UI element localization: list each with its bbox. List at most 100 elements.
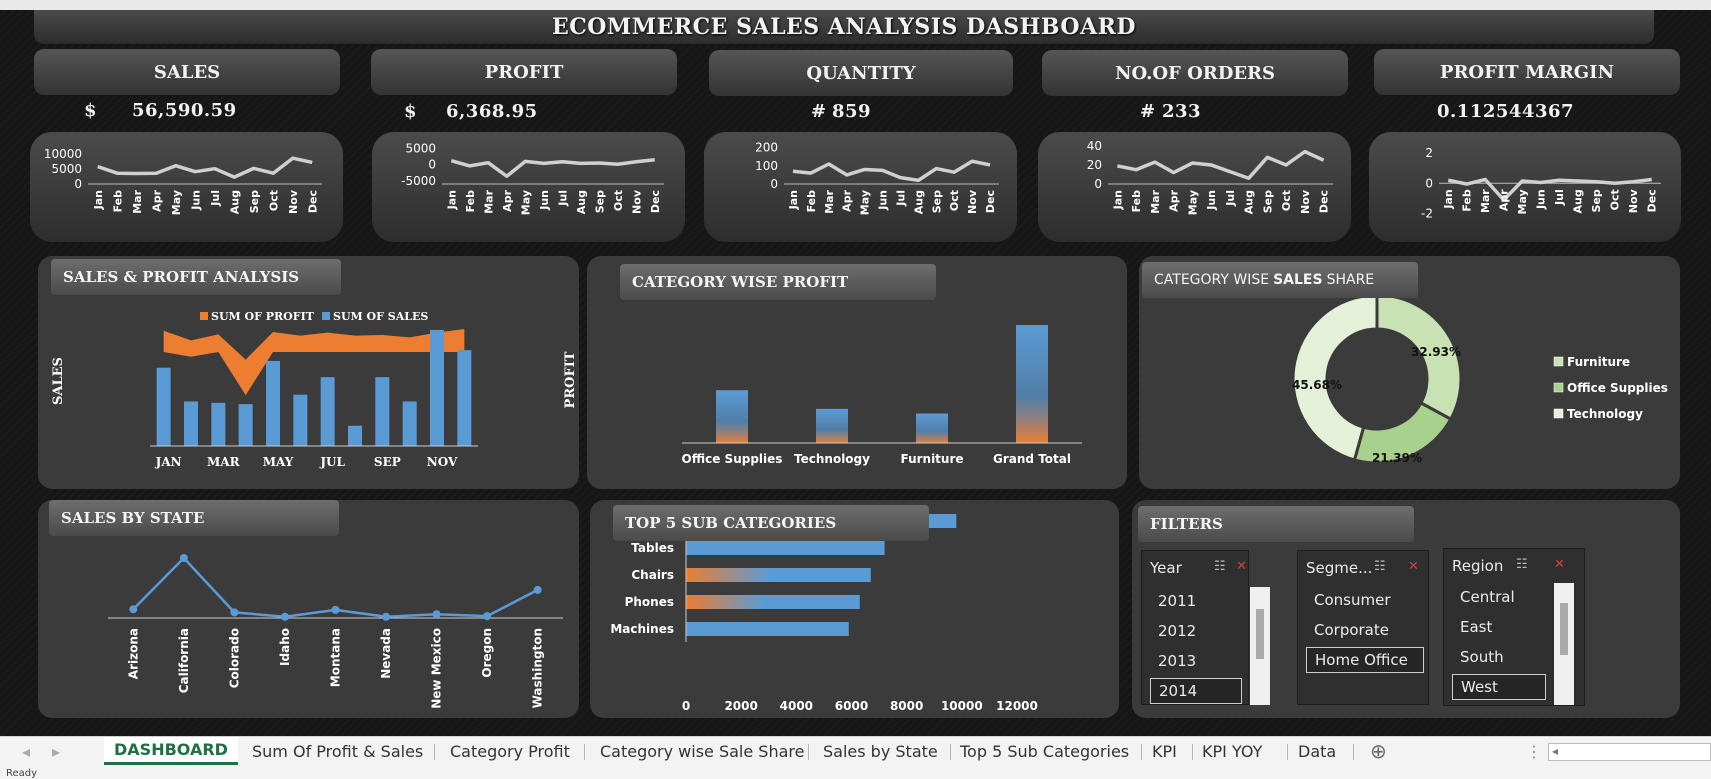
year-scroll-thumb[interactable] <box>1256 609 1264 659</box>
tab-kpi-yoy[interactable]: KPI YOY <box>1192 737 1272 765</box>
spark-month-label: Mar <box>823 189 836 213</box>
state-point <box>382 612 391 621</box>
tab-dashboard[interactable]: DASHBOARD <box>104 737 238 765</box>
spark-ytick: 40 <box>1087 139 1102 153</box>
year-item-2011[interactable]: 2011 <box>1150 588 1242 614</box>
clear-filter-icon[interactable]: ✕ <box>1554 557 1565 572</box>
spark-month-label: Mar <box>482 189 495 213</box>
spark-sales-chart: 0500010000 Jan Feb Mar Apr May Jun Jul Aug Sep Oct… <box>44 147 322 215</box>
scroll-left-icon[interactable]: ◂ <box>1552 744 1558 758</box>
x-tick-label: JAN <box>155 455 182 469</box>
x-tick-label: JUL <box>319 455 345 469</box>
kpi-quantity-value: 859 <box>832 101 872 122</box>
tab-prev-icon[interactable]: ◂ <box>22 742 30 761</box>
tab-top5-sub-categories[interactable]: Top 5 Sub Categories <box>950 737 1139 765</box>
legend-label: Furniture <box>1567 355 1630 369</box>
spark-orders-chart: 0 20 40 Jan Feb Mar Apr May Jun Jul Aug Sep Oct Nov De… <box>1087 139 1333 215</box>
spark-ytick: 20 <box>1087 158 1102 172</box>
tab-data[interactable]: Data <box>1288 737 1346 765</box>
legend-label-sales: SUM OF SALES <box>333 310 428 323</box>
clear-filter-icon[interactable]: ✕ <box>1236 559 1247 574</box>
tab-separator <box>1353 744 1354 760</box>
multi-select-icon[interactable]: ☷ <box>1516 557 1528 572</box>
spark-ytick: 0 <box>770 177 778 191</box>
spark-ytick: 5000 <box>405 141 436 155</box>
category-profit-ylabel: PROFIT <box>563 351 578 408</box>
year-item-2012[interactable]: 2012 <box>1150 618 1242 644</box>
spark-ytick: 0 <box>1425 176 1433 190</box>
kpi-orders-header: NO.OF ORDERS <box>1042 50 1348 96</box>
segment-slicer-title: Segme... <box>1306 559 1373 577</box>
spark-month-label: Jun <box>1205 190 1218 211</box>
spark-month-label: Apr <box>501 189 514 211</box>
tab-category-sale-share[interactable]: Category wise Sale Share <box>590 737 814 765</box>
category-profit-bar <box>916 413 948 443</box>
horizontal-scrollbar[interactable]: ◂ <box>1548 743 1711 761</box>
filters-title: FILTERS <box>1138 506 1414 542</box>
tab-category-profit[interactable]: Category Profit <box>440 737 580 765</box>
spark-month-label: Apr <box>1498 189 1511 211</box>
tab-kpi[interactable]: KPI <box>1142 737 1187 765</box>
spark-ytick: 0 <box>428 158 436 172</box>
state-label: Arizona <box>126 628 140 679</box>
spark-month-label: Nov <box>966 189 979 214</box>
sales-bar <box>430 329 444 446</box>
spark-month-label: Dec <box>649 190 662 213</box>
legend-label: Office Supplies <box>1567 381 1668 395</box>
sales-bar <box>266 360 280 446</box>
spark-month-label: Feb <box>805 190 818 213</box>
add-sheet-icon[interactable]: ⊕ <box>1370 739 1387 763</box>
state-point <box>230 608 239 617</box>
clear-filter-icon[interactable]: ✕ <box>1408 559 1419 574</box>
segment-item-consumer[interactable]: Consumer <box>1306 587 1424 613</box>
region-slicer: Region ☷ ✕ Central East South West <box>1443 548 1585 706</box>
tab-sum-profit-sales[interactable]: Sum Of Profit & Sales <box>242 737 433 765</box>
spark-month-label: Mar <box>131 189 144 213</box>
legend-swatch <box>1553 382 1564 393</box>
spark-month-label: Jan <box>1111 190 1124 210</box>
spark-month-label: Mar <box>1149 189 1162 213</box>
spark-month-label: Jan <box>445 190 458 210</box>
region-item-south[interactable]: South <box>1452 644 1546 670</box>
region-item-east[interactable]: East <box>1452 614 1546 640</box>
slice-value-label: 21.39% <box>1372 451 1422 465</box>
tab-separator <box>584 744 585 760</box>
region-slicer-scrollbar[interactable] <box>1554 583 1574 705</box>
subcategory-label: Chairs <box>631 568 674 582</box>
tab-sales-by-state[interactable]: Sales by State <box>813 737 948 765</box>
status-text: Ready <box>6 768 38 779</box>
sales-bar <box>320 377 335 446</box>
spark-ytick: 2 <box>1425 146 1433 160</box>
spark-quantity-card: 0 100 200 Jan Feb Mar Apr May Jun Jul Aug Sep Oct Nov… <box>704 132 1017 242</box>
kpi-sales-value: 56,590.59 <box>132 100 237 121</box>
segment-item-corporate[interactable]: Corporate <box>1306 617 1424 643</box>
tab-separator <box>434 744 435 760</box>
region-scroll-thumb[interactable] <box>1560 603 1568 655</box>
category-label: Office Supplies <box>682 452 783 466</box>
year-item-2013[interactable]: 2013 <box>1150 648 1242 674</box>
state-label: Montana <box>329 628 343 687</box>
spark-series-line <box>97 156 313 179</box>
spark-month-label: Dec <box>984 190 997 213</box>
spark-month-label: May <box>519 190 532 215</box>
category-profit-bar <box>1016 325 1048 443</box>
year-item-2014[interactable]: 2014 <box>1150 678 1242 704</box>
spark-quantity-chart: 0 100 200 Jan Feb Mar Apr May Jun Jul Aug Sep Oct Nov… <box>755 141 999 215</box>
multi-select-icon[interactable]: ☷ <box>1214 559 1226 574</box>
y-axis-label: SALES <box>51 357 66 405</box>
state-label: Colorado <box>227 628 241 688</box>
more-options-icon[interactable]: ⋮ <box>1526 742 1542 761</box>
status-bar: Ready <box>0 768 1711 779</box>
spark-month-label: Oct <box>267 190 280 211</box>
multi-select-icon[interactable]: ☷ <box>1374 559 1386 574</box>
sales-bar <box>375 377 390 446</box>
region-item-central[interactable]: Central <box>1452 584 1546 610</box>
spark-month-label: Feb <box>464 190 477 213</box>
tab-next-icon[interactable]: ▸ <box>52 742 60 761</box>
segment-item-home-office[interactable]: Home Office <box>1306 647 1424 673</box>
state-label: Oregon <box>480 628 494 678</box>
spark-month-label: Jul <box>209 190 222 207</box>
year-slicer-scrollbar[interactable] <box>1250 587 1270 705</box>
spark-month-label: Apr <box>150 189 163 211</box>
region-item-west[interactable]: West <box>1452 674 1546 700</box>
